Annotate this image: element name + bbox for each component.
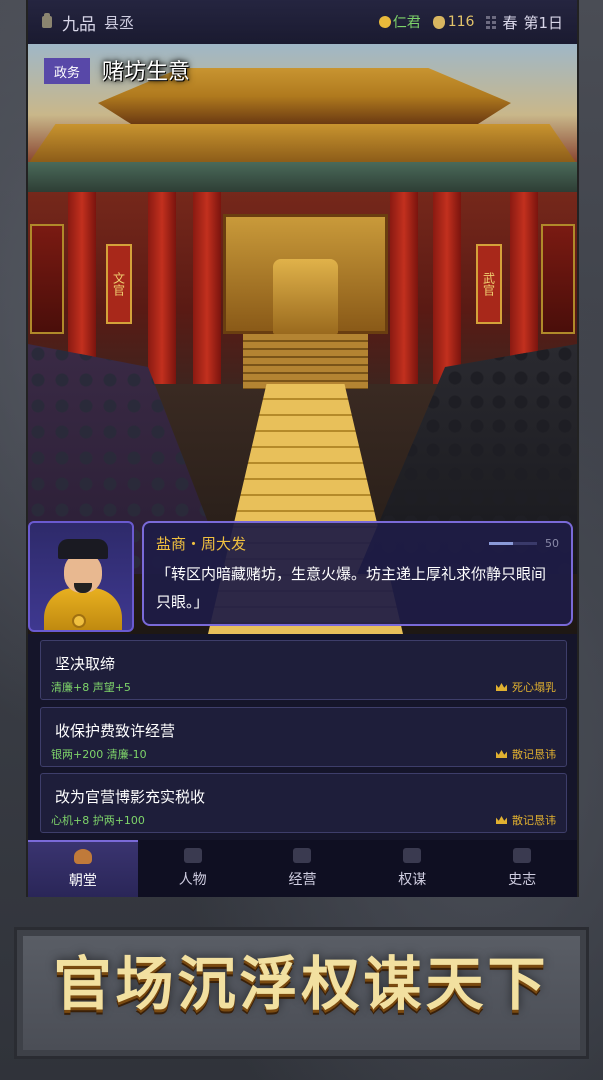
money-indicator[interactable]: 116	[432, 14, 475, 30]
rank-label: 九品	[62, 14, 96, 35]
choice-effects: 清廉+8 声望+5	[51, 681, 131, 694]
dialog-text: 「转区内暗藏赌坊，生意火爆。坊主递上厚礼求你静只眼间只眼。」	[156, 565, 547, 611]
dragon-panel	[541, 224, 575, 334]
person-icon	[183, 848, 202, 863]
smile-icon	[378, 16, 391, 28]
tab-label: 朝堂	[68, 873, 97, 889]
choice-label: 收保护费致许经营	[55, 722, 176, 740]
virtue-label: 仁君	[392, 15, 421, 31]
tab-label: 史志	[508, 872, 537, 888]
throne	[273, 259, 338, 334]
date-indicator: 春 第1日	[486, 12, 563, 33]
relation-meter: 50	[489, 537, 559, 550]
swords-icon	[403, 848, 422, 863]
crown-icon	[496, 750, 507, 758]
calendar-icon	[486, 15, 497, 29]
tab-history[interactable]: 史志	[467, 840, 577, 897]
tab-management[interactable]: 经营	[248, 840, 358, 897]
relation-bar	[489, 542, 537, 545]
choice-outcome-label: 死心塌乳	[512, 681, 556, 694]
status-right: 仁君 116 春 第1日	[378, 12, 563, 33]
dialog-box: 盐商・周大发 50 「转区内暗藏赌坊，生意火爆。坊主递上厚礼求你静只眼间只眼。」	[142, 521, 573, 626]
relation-bar-fill	[489, 542, 513, 545]
event-type-badge: 政务	[44, 58, 91, 84]
choice-outcome: 散记恳讳	[496, 746, 556, 762]
choice-effects: 银两+200 清廉-10	[51, 748, 147, 761]
slogan-text: 官场沉浮权谋天下	[53, 950, 550, 1018]
rank-icon	[42, 13, 52, 28]
choice-list: 坚决取缔 清廉+8 声望+5 死心塌乳 收保护费致许经营 银两+200 清廉-1…	[28, 636, 577, 840]
choice-effects: 心机+8 护两+100	[51, 814, 145, 827]
game-frame: 九品 县丞 仁君 116 春 第1日 文官 武官 政务 赌坊生意 盐商・周大发 …	[26, 0, 579, 897]
portrait-hat	[58, 539, 108, 559]
choice-outcome: 散记恳讳	[496, 812, 556, 828]
civil-banner: 文官	[106, 244, 132, 324]
tab-characters[interactable]: 人物	[138, 840, 248, 897]
tab-label: 人物	[178, 872, 207, 888]
coin-icon	[72, 614, 86, 628]
money-value: 116	[447, 14, 475, 30]
choice-label: 改为官营博影充实税收	[55, 788, 206, 806]
bottom-tab-bar: 朝堂 人物 经营 权谋 史志	[28, 840, 577, 897]
crown-icon	[496, 683, 507, 691]
military-banner: 武官	[476, 244, 502, 324]
office-label: 县丞	[104, 13, 135, 32]
court-icon	[73, 849, 92, 864]
slogan-banner: 官场沉浮权谋天下	[0, 897, 603, 1080]
choice-outcome: 死心塌乳	[496, 679, 556, 695]
money-bag-icon	[432, 15, 445, 29]
tab-label: 权谋	[398, 872, 427, 888]
choice-option-2[interactable]: 收保护费致许经营 银两+200 清廉-10 散记恳讳	[40, 707, 567, 767]
tab-label: 经营	[288, 872, 317, 888]
palace-lower-roof	[28, 124, 577, 164]
choice-label: 坚决取缔	[55, 655, 116, 673]
throne-steps	[243, 334, 368, 389]
palace-beam	[28, 162, 577, 192]
choice-outcome-label: 散记恳讳	[512, 748, 556, 761]
tab-intrigue[interactable]: 权谋	[357, 840, 467, 897]
speaker-portrait[interactable]	[28, 521, 134, 632]
tab-court[interactable]: 朝堂	[28, 840, 138, 897]
season-label: 春	[502, 13, 518, 32]
dragon-panel	[30, 224, 64, 334]
day-label: 第1日	[523, 13, 563, 32]
scroll-icon	[513, 848, 532, 863]
status-bar: 九品 县丞 仁君 116 春 第1日	[28, 0, 577, 44]
choice-option-3[interactable]: 改为官营博影充实税收 心机+8 护两+100 散记恳讳	[40, 773, 567, 833]
choice-option-1[interactable]: 坚决取缔 清廉+8 声望+5 死心塌乳	[40, 640, 567, 700]
virtue-indicator[interactable]: 仁君	[378, 12, 421, 32]
crown-icon	[496, 816, 507, 824]
event-title: 赌坊生意	[102, 60, 191, 85]
flag-icon	[293, 848, 312, 863]
choice-outcome-label: 散记恳讳	[512, 814, 556, 827]
relation-value: 50	[545, 537, 559, 550]
